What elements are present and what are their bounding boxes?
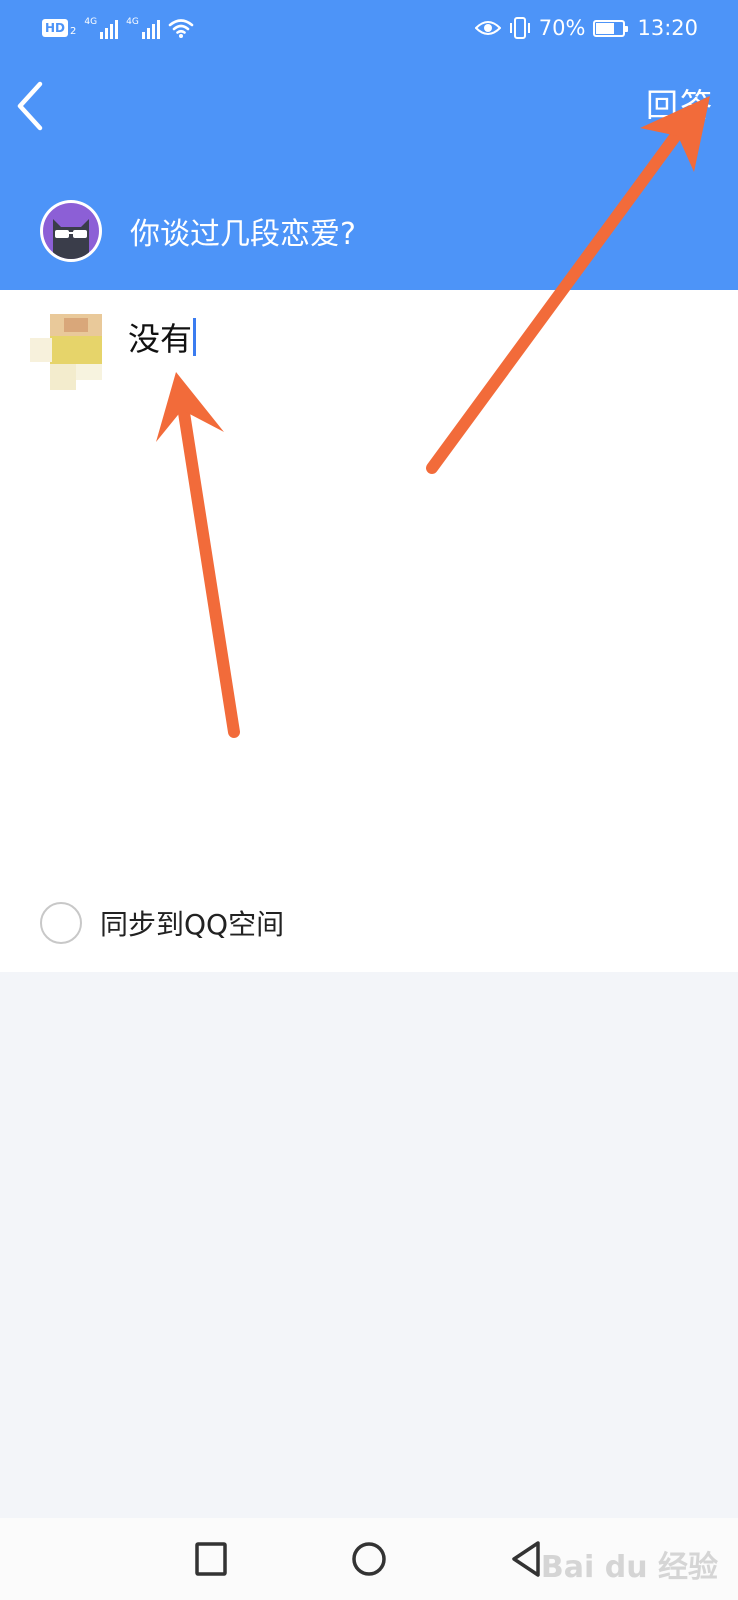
battery-percent: 70% [538, 16, 586, 40]
header-bar: HD 2 4G 4G 70% 13:20 回答 你谈过几段恋爱? [0, 0, 738, 290]
asker-avatar [40, 200, 102, 262]
status-right: 70% 13:20 [474, 14, 698, 42]
recent-apps-button[interactable] [186, 1534, 236, 1584]
network-type-label: 4G [126, 17, 139, 27]
clock-time: 13:20 [637, 16, 698, 40]
eye-icon [474, 21, 501, 35]
cat-avatar-icon [43, 203, 99, 259]
status-left: HD 2 4G 4G [42, 16, 194, 40]
home-button[interactable] [344, 1534, 394, 1584]
home-icon [352, 1542, 386, 1576]
hd-icon: HD 2 [42, 19, 76, 37]
answer-input[interactable]: 没有 [128, 314, 197, 360]
signal-icon: 4G [126, 17, 160, 39]
back-button[interactable] [10, 78, 54, 134]
hd-label: HD [42, 19, 69, 37]
battery-icon [593, 19, 629, 37]
signal-icon: 4G [84, 17, 119, 39]
hd-sub-label: 2 [70, 26, 77, 37]
answer-button[interactable]: 回答 [646, 80, 714, 126]
text-caret [193, 318, 197, 356]
user-avatar [24, 312, 104, 392]
recent-apps-icon [195, 1542, 227, 1576]
question-row: 你谈过几段恋爱? [40, 198, 356, 264]
network-type-label: 4G [84, 17, 98, 27]
sync-label: 同步到QQ空间 [100, 908, 285, 941]
question-title: 你谈过几段恋爱? [130, 217, 356, 252]
answer-text: 没有 [128, 320, 193, 358]
navigation-bar: Bai du 经验 [0, 1518, 738, 1600]
battery-fill [596, 22, 615, 34]
status-bar: HD 2 4G 4G 70% 13:20 [0, 0, 738, 56]
sync-qzone-option[interactable]: 同步到QQ空间 [40, 902, 284, 944]
wifi-icon [168, 19, 194, 38]
chevron-left-icon [17, 81, 43, 131]
baidu-watermark: Bai du 经验 [540, 1550, 718, 1585]
answer-panel: 没有 同步到QQ空间 [0, 290, 738, 972]
sync-radio-button[interactable] [40, 902, 82, 944]
vibrate-icon [509, 17, 530, 39]
